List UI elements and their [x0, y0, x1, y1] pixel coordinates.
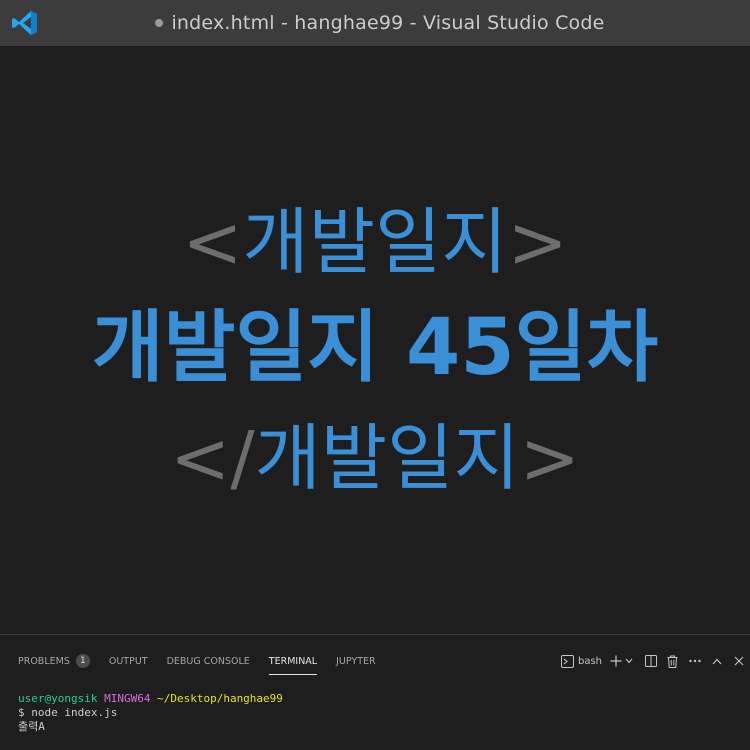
terminal-output[interactable]: user@yongsik MINGW64 ~/Desktop/hanghae99… [18, 692, 283, 734]
tab-problems-label: PROBLEMS [18, 655, 70, 667]
window-title: index.html - hanghae99 - Visual Studio C… [171, 12, 605, 34]
terminal-user: user@yongsik [18, 692, 98, 705]
maximize-panel-button[interactable] [712, 651, 722, 671]
open-tag-left-bracket: < [182, 200, 243, 284]
tab-terminal[interactable]: TERMINAL [268, 649, 318, 675]
open-tag-text: 개발일지 [242, 200, 508, 284]
tab-output-label: OUTPUT [108, 655, 148, 667]
window-title-wrap: index.html - hanghae99 - Visual Studio C… [155, 12, 604, 34]
editor-area[interactable]: <개발일지> 개발일지 45일차 </개발일지> [0, 46, 750, 634]
close-icon [734, 656, 744, 666]
terminal-path: ~/Desktop/hanghae99 [157, 692, 283, 705]
vscode-logo-icon[interactable] [11, 9, 39, 37]
tab-debug-console[interactable]: DEBUG CONSOLE [167, 649, 250, 673]
trash-icon [667, 655, 678, 668]
close-tag-line: </개발일지> [0, 408, 750, 508]
tab-debug-console-label: DEBUG CONSOLE [166, 655, 250, 667]
chevron-down-icon [625, 658, 633, 664]
terminal-shell-label: bash [577, 655, 602, 667]
chevron-up-icon [712, 658, 722, 665]
tab-problems[interactable]: PROBLEMS 1 [18, 649, 90, 673]
terminal-prompt-line: user@yongsik MINGW64 ~/Desktop/hanghae99 [18, 692, 283, 706]
tab-terminal-label: TERMINAL [268, 655, 318, 667]
open-tag-right-bracket: > [507, 200, 568, 284]
new-terminal-button[interactable] [610, 651, 622, 671]
close-panel-button[interactable] [734, 651, 744, 671]
modified-dot-icon [155, 19, 164, 27]
split-icon [645, 655, 657, 667]
bottom-panel: PROBLEMS 1 OUTPUT DEBUG CONSOLE TERMINAL… [0, 634, 750, 750]
tab-jupyter[interactable]: JUPYTER [336, 649, 375, 673]
title-bar: index.html - hanghae99 - Visual Studio C… [0, 0, 750, 46]
more-actions-button[interactable] [689, 651, 701, 671]
close-tag-right-bracket: > [519, 416, 580, 500]
close-tag-text: 개발일지 [254, 416, 520, 500]
terminal-dropdown-button[interactable] [625, 651, 633, 671]
terminal-select-button[interactable]: bash [560, 651, 602, 671]
main-heading: 개발일지 45일차 [91, 303, 659, 393]
panel-tabs: PROBLEMS 1 OUTPUT DEBUG CONSOLE TERMINAL… [18, 649, 395, 675]
more-icon [689, 659, 701, 663]
close-tag-left-bracket: </ [170, 416, 255, 500]
panel-actions: bash [553, 651, 744, 671]
terminal-icon [560, 654, 574, 668]
terminal-output-line: 출력A [18, 720, 45, 733]
plus-icon [610, 655, 622, 667]
terminal-command-line: $ node index.js [18, 706, 118, 719]
kill-terminal-button[interactable] [667, 651, 678, 671]
tab-output[interactable]: OUTPUT [109, 649, 148, 673]
terminal-host: MINGW64 [104, 692, 151, 705]
vscode-window: index.html - hanghae99 - Visual Studio C… [0, 0, 750, 750]
problems-count-badge: 1 [75, 654, 90, 668]
open-tag-line: <개발일지> [0, 192, 750, 292]
split-terminal-button[interactable] [645, 651, 657, 671]
tab-jupyter-label: JUPYTER [336, 655, 376, 667]
